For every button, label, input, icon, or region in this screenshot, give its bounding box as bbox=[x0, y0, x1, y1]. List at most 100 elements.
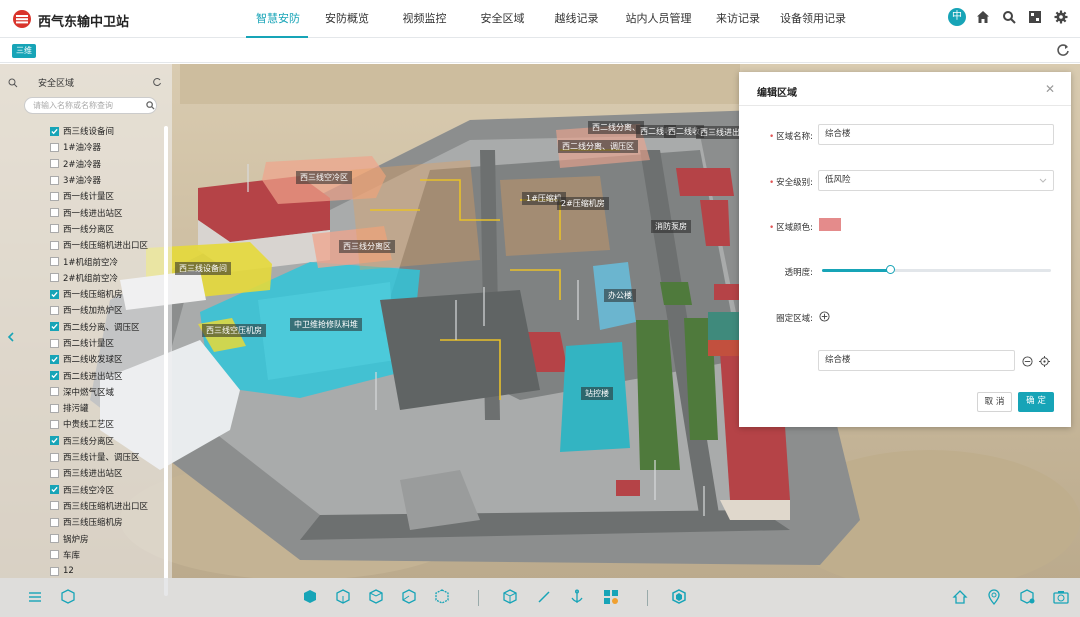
scene-label-west3-aircool[interactable]: 西三线空冷区 bbox=[296, 171, 352, 184]
view-back-icon[interactable] bbox=[400, 588, 418, 606]
zone-checkbox[interactable] bbox=[50, 387, 59, 397]
zone-list-item[interactable]: 西三线计量、调压区 bbox=[50, 449, 162, 465]
nav-personnel[interactable]: 站内人员管理 bbox=[611, 0, 706, 38]
zone-checkbox[interactable] bbox=[50, 566, 59, 576]
zone-list-item[interactable]: 1#油冷器 bbox=[50, 139, 162, 155]
security-level-select[interactable]: 低风险 bbox=[818, 170, 1054, 191]
zone-list-item[interactable]: 1#机组前空冷 bbox=[50, 253, 162, 269]
zone-checkbox[interactable] bbox=[50, 338, 59, 348]
zone-list-item[interactable]: 西二线进出站区 bbox=[50, 367, 162, 383]
zone-checkbox[interactable] bbox=[50, 257, 59, 267]
zone-list-item[interactable]: 西二线计量区 bbox=[50, 335, 162, 351]
zone-checkbox[interactable] bbox=[50, 354, 59, 364]
zone-checkbox[interactable] bbox=[50, 436, 59, 446]
add-area-icon[interactable] bbox=[819, 311, 830, 322]
collapse-sidebar-icon[interactable] bbox=[6, 332, 16, 342]
scene-label-compressor2[interactable]: 2#压缩机房 bbox=[557, 197, 609, 210]
zone-list-item[interactable]: 西三线设备间 bbox=[50, 123, 162, 139]
home-icon[interactable] bbox=[974, 8, 992, 26]
view-side-icon[interactable] bbox=[367, 588, 385, 606]
zone-checkbox[interactable] bbox=[50, 142, 59, 152]
zone-checkbox[interactable] bbox=[50, 550, 59, 560]
camera-icon[interactable] bbox=[1052, 588, 1070, 606]
zone-checkbox[interactable] bbox=[50, 126, 59, 136]
scene-label-west3-inout[interactable]: 西三线进出 bbox=[696, 126, 744, 139]
refresh-icon[interactable] bbox=[1056, 43, 1070, 57]
sidebar-scrollbar[interactable] bbox=[164, 126, 168, 596]
zone-checkbox[interactable] bbox=[50, 224, 59, 234]
zone-checkbox[interactable] bbox=[50, 419, 59, 429]
opacity-slider-handle[interactable] bbox=[886, 265, 896, 274]
zone-list-item[interactable]: 西二线分离、调压区 bbox=[50, 319, 162, 335]
sidebar-refresh-icon[interactable] bbox=[152, 77, 162, 87]
zone-list-item[interactable]: 西三线压缩机进出口区 bbox=[50, 498, 162, 514]
layers-icon[interactable] bbox=[26, 588, 44, 606]
zone-list-item[interactable]: 深中燃气区域 bbox=[50, 384, 162, 400]
zone-checkbox[interactable] bbox=[50, 240, 59, 250]
zone-list-item[interactable]: 3#油冷器 bbox=[50, 172, 162, 188]
zone-color-swatch[interactable] bbox=[819, 218, 841, 231]
zone-checkbox[interactable] bbox=[50, 289, 59, 299]
zone-checkbox[interactable] bbox=[50, 485, 59, 495]
area-item-input[interactable]: 综合楼 bbox=[818, 350, 1015, 371]
zone-checkbox[interactable] bbox=[50, 468, 59, 478]
zone-checkbox[interactable] bbox=[50, 322, 59, 332]
zone-list-item[interactable]: 西一线加热炉区 bbox=[50, 302, 162, 318]
nav-security-overview[interactable]: 安防概览 bbox=[308, 0, 386, 38]
nav-smart-security[interactable]: 智慧安防 bbox=[246, 0, 308, 38]
zone-checkbox[interactable] bbox=[50, 534, 59, 544]
close-icon[interactable]: ✕ bbox=[1045, 82, 1055, 96]
model-cube-icon[interactable] bbox=[59, 588, 77, 606]
settings-icon[interactable] bbox=[1052, 8, 1070, 26]
scene-label-control[interactable]: 站控楼 bbox=[581, 387, 613, 400]
view-top-icon[interactable] bbox=[301, 588, 319, 606]
zone-list-item[interactable]: 西三线压缩机房 bbox=[50, 514, 162, 530]
scene-label-west3-separation[interactable]: 西三线分离区 bbox=[339, 240, 395, 253]
zone-list-item[interactable]: 车库 bbox=[50, 547, 162, 563]
zone-checkbox[interactable] bbox=[50, 452, 59, 462]
locate-area-icon[interactable] bbox=[1039, 356, 1050, 367]
remove-area-icon[interactable] bbox=[1022, 356, 1033, 367]
scene-label-west3-aircompressor[interactable]: 西三线空压机房 bbox=[202, 324, 266, 337]
search-icon[interactable] bbox=[1000, 8, 1018, 26]
nav-equipment-records[interactable]: 设备领用记录 bbox=[768, 0, 858, 38]
grid-layout-icon[interactable] bbox=[602, 588, 620, 606]
home-view-icon[interactable] bbox=[951, 588, 969, 606]
zone-list-item[interactable]: 12 bbox=[50, 563, 162, 579]
scene-label-office[interactable]: 办公楼 bbox=[604, 289, 636, 302]
zone-list-item[interactable]: 西一线进出站区 bbox=[50, 204, 162, 220]
zone-list-item[interactable]: 锅炉房 bbox=[50, 530, 162, 546]
nav-video-monitor[interactable]: 视频监控 bbox=[386, 0, 463, 38]
fullscreen-icon[interactable] bbox=[1026, 8, 1044, 26]
cancel-button[interactable]: 取 消 bbox=[977, 392, 1012, 412]
search-icon[interactable] bbox=[146, 101, 155, 110]
zone-list-item[interactable]: 排污罐 bbox=[50, 400, 162, 416]
scene-label-repair-yard[interactable]: 中卫维抢修队料堆 bbox=[290, 318, 362, 331]
zone-hex-icon[interactable] bbox=[670, 588, 688, 606]
scene-label-west2-separation[interactable]: 西二线分离、调压区 bbox=[558, 140, 638, 153]
zone-list-item[interactable]: 西三线空冷区 bbox=[50, 482, 162, 498]
language-toggle[interactable]: 中 bbox=[948, 8, 966, 26]
zone-checkbox[interactable] bbox=[50, 159, 59, 169]
zone-list-item[interactable]: 西一线计量区 bbox=[50, 188, 162, 204]
zone-checkbox[interactable] bbox=[50, 517, 59, 527]
zone-list-item[interactable]: 西二线收发球区 bbox=[50, 351, 162, 367]
zone-checkbox[interactable] bbox=[50, 501, 59, 511]
zone-list-item[interactable]: 2#机组前空冷 bbox=[50, 270, 162, 286]
zone-checkbox[interactable] bbox=[50, 191, 59, 201]
zone-list-item[interactable]: 西一线压缩机房 bbox=[50, 286, 162, 302]
scene-label-west3-equipment[interactable]: 西三线设备间 bbox=[175, 262, 231, 275]
nav-safety-zone[interactable]: 安全区域 bbox=[463, 0, 542, 38]
view-front-icon[interactable] bbox=[334, 588, 352, 606]
zone-name-input[interactable]: 综合楼 bbox=[818, 124, 1054, 145]
scene-label-fire-pump[interactable]: 消防泵房 bbox=[651, 220, 691, 233]
measure-line-icon[interactable] bbox=[535, 588, 553, 606]
zone-list-item[interactable]: 西三线进出站区 bbox=[50, 465, 162, 481]
nav-crossing-records[interactable]: 越线记录 bbox=[542, 0, 611, 38]
zone-list-item[interactable]: 西一线压缩机进出口区 bbox=[50, 237, 162, 253]
zone-checkbox[interactable] bbox=[50, 305, 59, 315]
model-settings-icon[interactable] bbox=[1018, 588, 1036, 606]
zone-list-item[interactable]: 西三线分离区 bbox=[50, 433, 162, 449]
zone-checkbox[interactable] bbox=[50, 175, 59, 185]
zone-checkbox[interactable] bbox=[50, 208, 59, 218]
